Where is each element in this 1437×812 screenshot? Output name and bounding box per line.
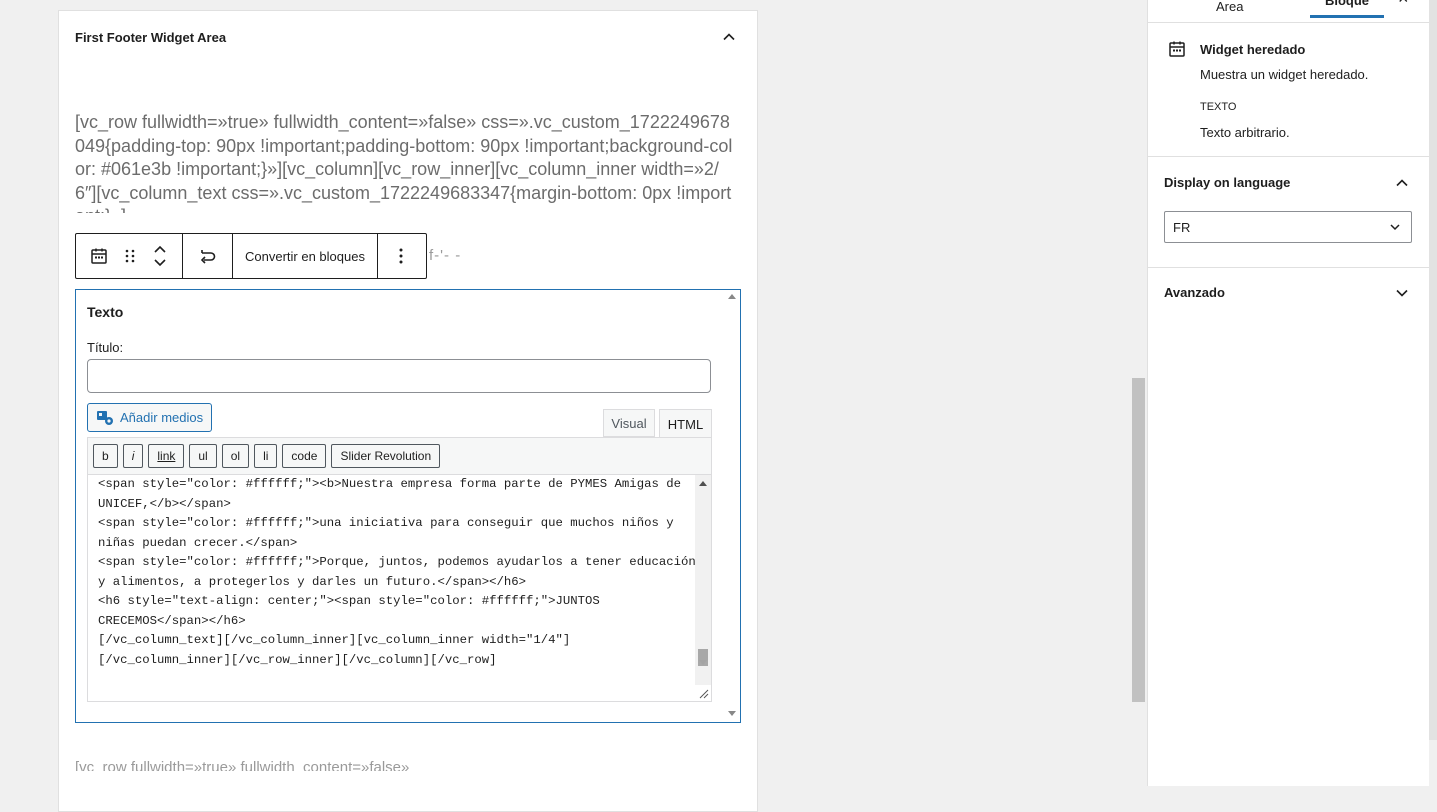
html-code-textarea[interactable]: <span style="color: #ffffff;"><b>Nuestra… [87,474,712,702]
title-label: Título: [87,340,124,355]
settings-sidebar: Area Bloque × Widget heredado Muestra un… [1147,0,1430,786]
chevron-down-icon [1390,224,1400,231]
quicktag-bold[interactable]: b [93,444,118,468]
html-code-content: <span style="color: #ffffff;"><b>Nuestra… [98,477,696,667]
quicktag-ol[interactable]: ol [221,444,250,468]
language-panel: Display on language FR [1148,157,1430,268]
quicktag-ul[interactable]: ul [189,444,217,468]
window-scrollbar-thumb[interactable] [1429,0,1437,740]
calendar-icon[interactable] [76,234,122,278]
widget-heading: Texto [87,304,124,320]
tab-area[interactable]: Area [1216,0,1243,14]
add-media-button[interactable]: Añadir medios [87,403,212,432]
block-description: Muestra un widget heredado. [1200,67,1369,82]
toolbar-group-transform [183,234,233,278]
page-scrollbar-thumb[interactable] [1132,378,1145,702]
advanced-panel[interactable]: Avanzado [1148,267,1430,319]
block-toolbar: Convertir en bloques [75,233,427,279]
language-select-value: FR [1173,219,1191,235]
quicktag-link[interactable]: link [148,444,185,468]
block-card: Widget heredado Muestra un widget hereda… [1148,22,1430,157]
close-icon[interactable]: × [1398,0,1409,9]
language-panel-title[interactable]: Display on language [1164,175,1290,190]
toolbar-group-convert: Convertir en bloques [233,234,378,278]
transform-icon[interactable] [183,234,232,278]
shortcode-preview-next: [vc_row fullwidth=»true» fullwidth_conte… [75,759,410,771]
tab-visual[interactable]: Visual [603,409,655,437]
shortcode-preview: [vc_row fullwidth=»true» fullwidth_conte… [75,112,733,213]
form-scroll-up-arrow[interactable] [728,294,736,299]
tab-html[interactable]: HTML [659,409,712,438]
toolbar-group-options [378,234,424,278]
quicktag-code[interactable]: code [282,444,327,468]
move-up-down-buttons[interactable] [138,234,182,278]
quicktag-li[interactable]: li [254,444,278,468]
text-widget-form: Texto Título: Añadir medios Visual HTML … [75,289,741,723]
textarea-scroll-up-arrow[interactable] [699,481,707,486]
chevron-down-icon[interactable] [153,258,167,268]
widget-area-header[interactable]: First Footer Widget Area [59,11,757,63]
quicktag-slider-revolution[interactable]: Slider Revolution [331,444,441,468]
convert-to-blocks-button[interactable]: Convertir en bloques [233,234,377,278]
quicktag-italic[interactable]: i [122,444,144,468]
shortcode-preview-trail: f-'- - [429,247,462,264]
toolbar-group-block [76,234,183,278]
widget-area-title: First Footer Widget Area [75,30,227,45]
sidebar-tabs: Area Bloque × [1148,0,1430,23]
resize-handle-icon[interactable] [699,689,709,699]
tab-block[interactable]: Bloque [1310,0,1384,18]
block-title: Widget heredado [1200,42,1306,57]
drag-handle-icon[interactable] [122,234,138,278]
language-select[interactable]: FR [1164,211,1412,243]
add-media-label: Añadir medios [120,410,204,425]
textarea-scrollbar[interactable] [695,475,711,685]
textarea-scroll-down-arrow[interactable] [699,660,707,665]
chevron-down-icon[interactable] [1394,285,1410,301]
variation-description: Texto arbitrario. [1200,125,1290,140]
media-icon [97,410,113,425]
form-scroll-down-arrow[interactable] [728,711,736,716]
variation-label: TEXTO [1200,101,1237,113]
quicktags-toolbar: b i link ul ol li code Slider Revolution [87,437,712,475]
advanced-panel-title[interactable]: Avanzado [1164,285,1225,300]
chevron-up-icon[interactable] [721,29,737,45]
title-input[interactable] [87,359,711,393]
chevron-up-icon[interactable] [1394,175,1410,191]
calendar-icon [1169,41,1185,57]
chevron-up-icon[interactable] [153,244,167,254]
more-options-icon[interactable] [378,234,424,278]
